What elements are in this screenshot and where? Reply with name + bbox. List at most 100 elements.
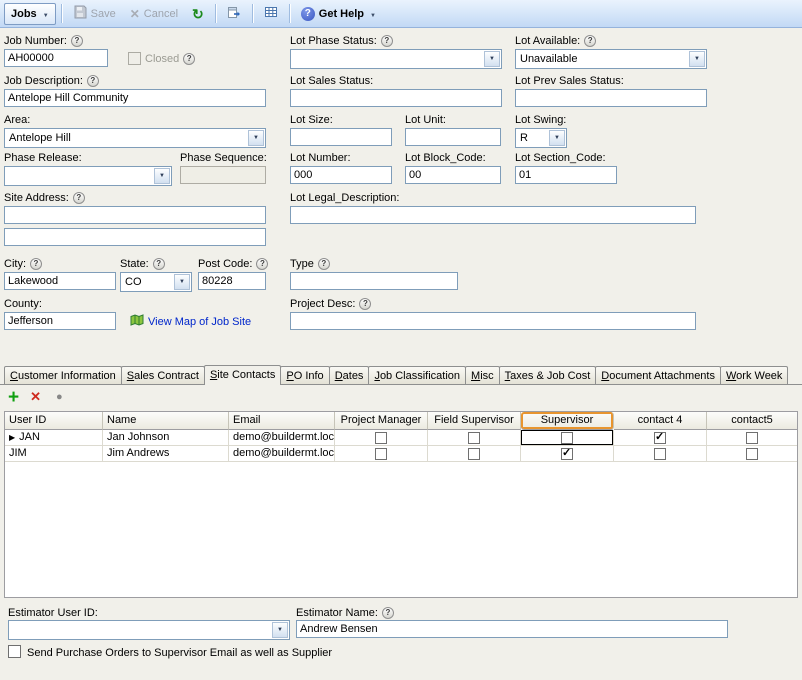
export-button[interactable] <box>221 3 247 25</box>
col-project-manager[interactable]: Project Manager <box>335 412 428 430</box>
contacts-grid: User ID Name Email Project Manager Field… <box>4 411 798 598</box>
field-supervisor-checkbox[interactable] <box>468 432 480 444</box>
contact5-checkbox[interactable] <box>746 448 758 460</box>
col-name[interactable]: Name <box>103 412 229 430</box>
field-help-icon[interactable] <box>359 298 371 310</box>
area-select[interactable]: Antelope Hill <box>4 128 266 148</box>
lot-phase-status-select[interactable] <box>290 49 502 69</box>
col-supervisor-highlighted[interactable]: Supervisor <box>521 412 614 430</box>
col-field-supervisor[interactable]: Field Supervisor <box>428 412 521 430</box>
user-id-cell[interactable]: ▶ JAN <box>5 430 103 446</box>
job-number-input[interactable] <box>4 49 108 67</box>
email-cell[interactable]: demo@buildermt.loc <box>229 446 335 462</box>
tab-sales-contract[interactable]: Sales Contract <box>121 366 205 384</box>
tab-site-contacts[interactable]: Site Contacts <box>204 365 281 385</box>
send-po-checkbox[interactable] <box>8 645 21 658</box>
project-manager-cell[interactable] <box>335 430 428 446</box>
tab-taxes-job-cost[interactable]: Taxes & Job Cost <box>499 366 597 384</box>
estimator-user-id-select[interactable] <box>8 620 290 640</box>
field-help-icon[interactable] <box>73 192 85 204</box>
user-id-cell[interactable]: JIM <box>5 446 103 462</box>
tab-document-attachments[interactable]: Document Attachments <box>595 366 721 384</box>
field-help-icon[interactable] <box>584 35 596 47</box>
tab-dates[interactable]: Dates <box>329 366 370 384</box>
supervisor-checkbox[interactable] <box>561 448 573 460</box>
contact-4-cell[interactable] <box>614 430 707 446</box>
post-code-input[interactable] <box>198 272 266 290</box>
name-cell[interactable]: Jim Andrews <box>103 446 229 462</box>
col-contact5[interactable]: contact5 <box>707 412 797 430</box>
get-help-button[interactable]: Get Help <box>295 3 382 25</box>
delete-contact-button[interactable]: ✕ <box>30 389 41 405</box>
supervisor-cell-selected[interactable] <box>521 430 614 446</box>
dropdown-arrow-icon[interactable] <box>174 274 190 290</box>
tab-job-classification[interactable]: Job Classification <box>368 366 466 384</box>
lot-available-select[interactable]: Unavailable <box>515 49 707 69</box>
lot-unit-input[interactable] <box>405 128 501 146</box>
contact-4-cell[interactable] <box>614 446 707 462</box>
view-map-group: View Map of Job Site <box>130 315 251 328</box>
col-email[interactable]: Email <box>229 412 335 430</box>
field-supervisor-checkbox[interactable] <box>468 448 480 460</box>
col-user-id[interactable]: User ID <box>5 412 103 430</box>
supervisor-cell[interactable] <box>521 446 614 462</box>
dropdown-arrow-icon[interactable] <box>272 622 288 638</box>
contact5-cell[interactable] <box>707 430 797 446</box>
field-help-icon[interactable] <box>318 258 330 270</box>
estimator-name-input[interactable] <box>296 620 728 638</box>
lot-sales-status-input[interactable] <box>290 89 502 107</box>
county-input[interactable] <box>4 312 116 330</box>
lot-legal-description-label: Lot Legal_Description: <box>290 191 399 204</box>
view-map-link[interactable]: View Map of Job Site <box>148 316 251 328</box>
name-cell[interactable]: Jan Johnson <box>103 430 229 446</box>
job-description-input[interactable] <box>4 89 266 107</box>
field-help-icon[interactable] <box>381 35 393 47</box>
table-button[interactable] <box>258 3 284 25</box>
field-supervisor-cell[interactable] <box>428 446 521 462</box>
field-help-icon[interactable] <box>256 258 268 270</box>
lot-number-input[interactable] <box>290 166 392 184</box>
contact5-checkbox[interactable] <box>746 432 758 444</box>
tab-work-week[interactable]: Work Week <box>720 366 788 384</box>
supervisor-checkbox[interactable] <box>561 432 573 444</box>
site-address-input-2[interactable] <box>4 228 266 246</box>
type-input[interactable] <box>290 272 458 290</box>
project-manager-checkbox[interactable] <box>375 448 387 460</box>
dropdown-arrow-icon[interactable] <box>549 130 565 146</box>
site-address-input-1[interactable] <box>4 206 266 224</box>
field-help-icon[interactable] <box>183 53 195 65</box>
lot-size-input[interactable] <box>290 128 392 146</box>
dropdown-arrow-icon[interactable] <box>154 168 170 184</box>
field-help-icon[interactable] <box>382 607 394 619</box>
project-desc-input[interactable] <box>290 312 696 330</box>
dropdown-arrow-icon[interactable] <box>689 51 705 67</box>
lot-swing-select[interactable]: R <box>515 128 567 148</box>
tab-po-info[interactable]: PO Info <box>280 366 329 384</box>
tab-customer-information[interactable]: Customer Information <box>4 366 122 384</box>
field-help-icon[interactable] <box>71 35 83 47</box>
field-help-icon[interactable] <box>87 75 99 87</box>
lot-block-code-input[interactable] <box>405 166 501 184</box>
dropdown-arrow-icon[interactable] <box>484 51 500 67</box>
project-manager-checkbox[interactable] <box>375 432 387 444</box>
field-supervisor-cell[interactable] <box>428 430 521 446</box>
phase-release-select[interactable] <box>4 166 172 186</box>
tab-misc[interactable]: Misc <box>465 366 500 384</box>
contact-4-checkbox[interactable] <box>654 448 666 460</box>
lot-legal-description-input[interactable] <box>290 206 696 224</box>
contact-4-checkbox[interactable] <box>654 432 666 444</box>
add-contact-button[interactable]: + <box>8 388 19 407</box>
refresh-button[interactable]: ↻ <box>186 3 210 25</box>
field-help-icon[interactable] <box>153 258 165 270</box>
field-help-icon[interactable] <box>30 258 42 270</box>
lot-prev-sales-status-input[interactable] <box>515 89 707 107</box>
jobs-menu-button[interactable]: Jobs <box>4 3 56 25</box>
lot-section-code-input[interactable] <box>515 166 617 184</box>
col-contact-4[interactable]: contact 4 <box>614 412 707 430</box>
state-select[interactable]: CO <box>120 272 192 292</box>
email-cell[interactable]: demo@buildermt.loc <box>229 430 335 446</box>
project-manager-cell[interactable] <box>335 446 428 462</box>
contact5-cell[interactable] <box>707 446 797 462</box>
dropdown-arrow-icon[interactable] <box>248 130 264 146</box>
city-input[interactable] <box>4 272 116 290</box>
